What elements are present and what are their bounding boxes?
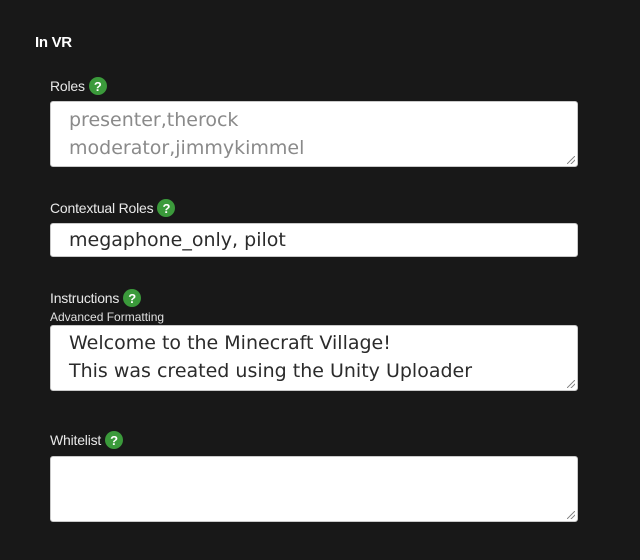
instructions-label-row: Instructions ? — [50, 289, 578, 307]
roles-textarea[interactable]: presenter,therock moderator,jimmykimmel — [50, 101, 578, 167]
roles-field: Roles ? presenter,therock moderator,jimm… — [50, 77, 578, 167]
contextual-roles-value: megaphone_only, pilot — [69, 229, 286, 251]
contextual-roles-input[interactable]: megaphone_only, pilot — [50, 223, 578, 257]
whitelist-label-row: Whitelist ? — [50, 431, 578, 449]
help-icon[interactable]: ? — [123, 289, 142, 307]
instructions-value-line: This was created using the Unity Uploade… — [69, 360, 473, 382]
section-title: In VR — [35, 34, 72, 51]
advanced-formatting-label: Advanced Formatting — [50, 310, 165, 324]
help-icon[interactable]: ? — [88, 77, 107, 95]
roles-label: Roles — [50, 78, 85, 94]
contextual-roles-label: Contextual Roles — [50, 200, 154, 216]
resize-handle-icon[interactable] — [567, 380, 575, 388]
roles-label-row: Roles ? — [50, 77, 578, 95]
roles-placeholder-line: moderator,jimmykimmel — [69, 137, 305, 159]
help-icon[interactable]: ? — [157, 199, 176, 217]
roles-placeholder-line: presenter,therock — [69, 109, 239, 131]
whitelist-label: Whitelist — [50, 432, 102, 448]
instructions-value-line: Welcome to the Minecraft Village! — [69, 332, 391, 354]
instructions-textarea[interactable]: Welcome to the Minecraft Village! This w… — [50, 325, 578, 391]
whitelist-field: Whitelist ? — [50, 431, 578, 522]
whitelist-textarea[interactable] — [50, 456, 578, 522]
resize-handle-icon[interactable] — [567, 156, 575, 164]
contextual-roles-label-row: Contextual Roles ? — [50, 199, 578, 217]
instructions-field: Instructions ? Advanced Formatting Welco… — [50, 289, 578, 391]
resize-handle-icon[interactable] — [567, 511, 575, 519]
contextual-roles-field: Contextual Roles ? megaphone_only, pilot — [50, 199, 578, 257]
help-icon[interactable]: ? — [105, 431, 124, 449]
instructions-label: Instructions — [50, 290, 120, 306]
